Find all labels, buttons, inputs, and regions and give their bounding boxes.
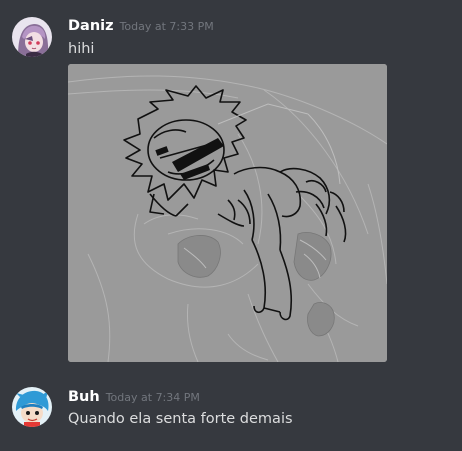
image-attachment[interactable] xyxy=(68,64,387,362)
message-group: Buh Today at 7:34 PM Quando ela senta for… xyxy=(0,370,462,451)
message-group: Daniz Today at 7:33 PM hihi xyxy=(0,0,462,370)
timestamp[interactable]: Today at 7:33 PM xyxy=(120,20,214,33)
username[interactable]: Buh xyxy=(68,389,100,405)
sketch-drawing-image-icon xyxy=(68,64,387,362)
message-content: hihi xyxy=(68,41,95,57)
message-content: Quando ela senta forte demais xyxy=(68,411,293,427)
anime-girl-avatar-icon xyxy=(12,17,52,57)
user-avatar[interactable] xyxy=(12,387,52,427)
message-header: Daniz Today at 7:33 PM xyxy=(68,16,214,36)
username[interactable]: Daniz xyxy=(68,18,114,34)
timestamp[interactable]: Today at 7:34 PM xyxy=(106,391,200,404)
blue-hair-character-avatar-icon xyxy=(12,387,52,427)
user-avatar[interactable] xyxy=(12,17,52,57)
message-header: Buh Today at 7:34 PM xyxy=(68,387,200,407)
